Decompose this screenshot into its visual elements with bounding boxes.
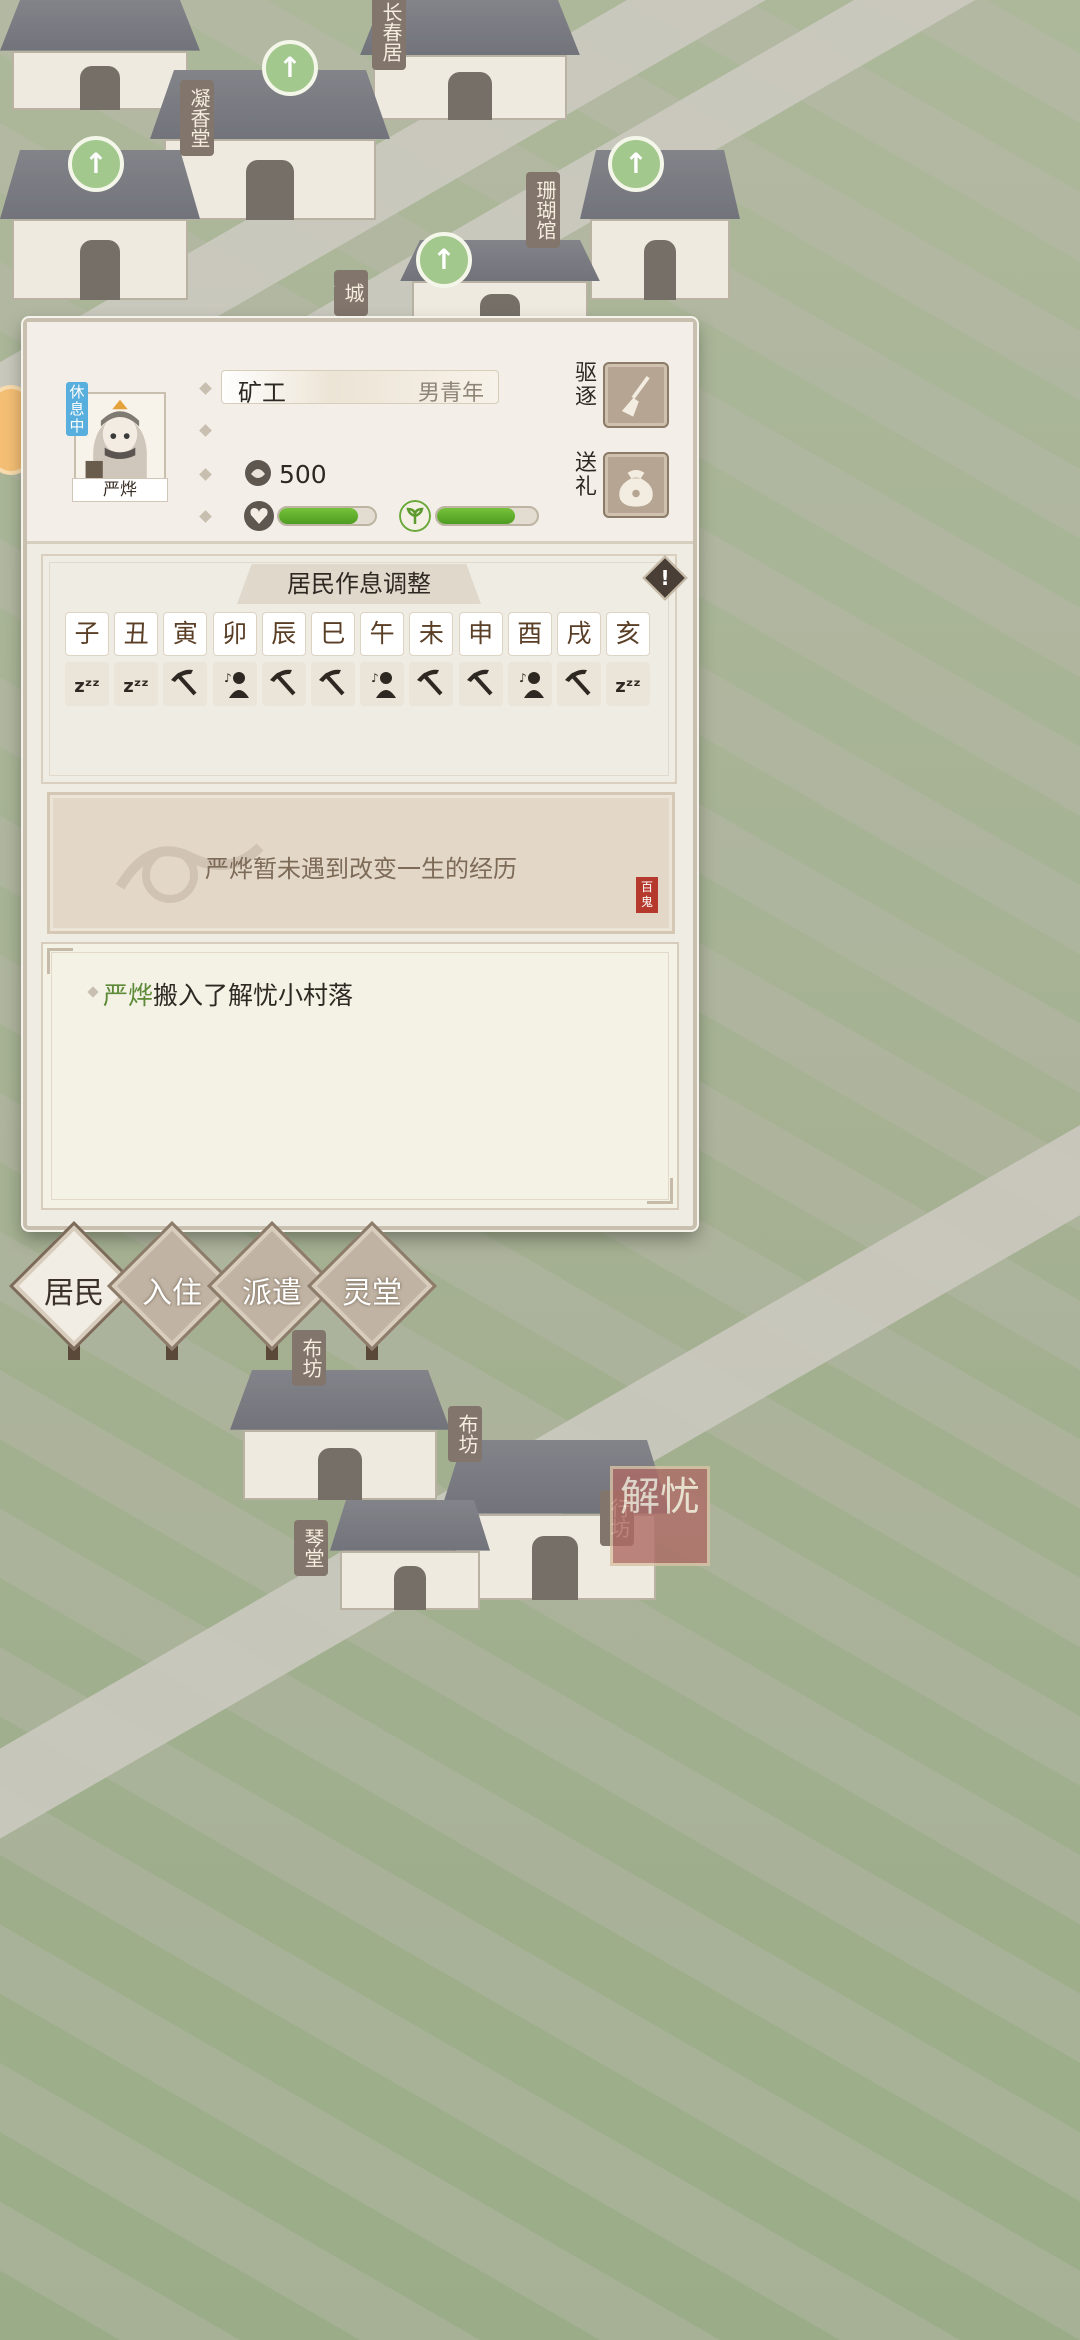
corner-ornament	[647, 1178, 673, 1204]
schedule-activity-work-icon[interactable]	[311, 662, 355, 706]
health-bar	[435, 506, 539, 526]
schedule-hour-cell: 亥	[606, 612, 651, 656]
tab-spirit-hall-label: 灵堂	[342, 1276, 402, 1311]
schedule-hour-cell: 寅	[163, 612, 208, 656]
schedule-activity-leisure-icon[interactable]: ♪	[212, 662, 257, 706]
corner-ornament	[47, 948, 73, 974]
svg-text:zᶻᶻ: zᶻᶻ	[123, 676, 149, 697]
schedule-hour-cell: 辰	[261, 612, 306, 656]
coin-icon	[245, 460, 271, 486]
svg-text:♪: ♪	[371, 671, 379, 685]
schedule-hour-cell: 巳	[311, 612, 355, 656]
svg-text:♪: ♪	[519, 671, 527, 685]
evict-label: 驱逐	[575, 361, 598, 410]
schedule-activity-sleep-icon[interactable]: zᶻᶻ	[65, 662, 109, 706]
schedule-activity-work-icon[interactable]	[458, 662, 503, 706]
rest-status-badge: 休息中	[66, 382, 88, 436]
schedule-activity-work-icon[interactable]	[409, 662, 454, 706]
resident-gender-age: 男青年	[417, 381, 484, 406]
event-log[interactable]: 严烨搬入了解忧小村落	[41, 942, 679, 1210]
schedule-hour-cell: 酉	[507, 612, 552, 656]
log-entry-text: 搬入了解忧小村落	[153, 981, 354, 1010]
schedule-activity-leisure-icon[interactable]: ♪	[360, 662, 405, 706]
schedule-activity-leisure-icon[interactable]: ♪	[507, 662, 552, 706]
leaf-health-icon	[399, 500, 431, 532]
mood-bar-fill	[279, 508, 358, 524]
resident-job: 矿工	[238, 379, 286, 407]
broom-icon	[621, 376, 650, 417]
schedule-activity-sleep-icon[interactable]: zᶻᶻ	[114, 662, 159, 706]
schedule-hour-cell: 申	[458, 612, 503, 656]
gift-bag-icon	[619, 469, 653, 507]
seal-stamp: 百鬼	[636, 877, 658, 913]
gift-button[interactable]	[603, 452, 669, 518]
life-story-text: 严烨暂未遇到改变一生的经历	[205, 855, 517, 883]
log-entry-name: 严烨	[103, 981, 154, 1010]
gift-label: 送礼	[575, 451, 598, 500]
schedule-activity-work-icon[interactable]	[261, 662, 306, 706]
svg-text:zᶻᶻ: zᶻᶻ	[74, 676, 100, 697]
svg-text:♪: ♪	[224, 671, 232, 685]
schedule-activity-work-icon[interactable]	[557, 662, 601, 706]
resident-detail-panel: 休息中 严烨 矿工 男青年 500 驱逐 送礼 居民作息调整 ! 子 丑 寅 卯…	[23, 318, 697, 1230]
mood-bar	[277, 506, 377, 526]
schedule-hour-cell: 卯	[212, 612, 257, 656]
evict-button[interactable]	[603, 362, 669, 428]
schedule-hour-cell: 未	[409, 612, 454, 656]
schedule-activity-work-icon[interactable]	[163, 662, 208, 706]
health-bar-fill	[437, 508, 515, 524]
job-bar: 矿工 男青年	[221, 370, 499, 407]
log-entry: 严烨搬入了解忧小村落	[103, 976, 353, 1012]
svg-text:zᶻᶻ: zᶻᶻ	[615, 676, 641, 697]
life-story-box: 严烨暂未遇到改变一生的经历 百鬼	[47, 792, 675, 934]
schedule-hour-cell: 戌	[557, 612, 601, 656]
schedule-hour-cell: 丑	[114, 612, 159, 656]
warning-icon: !	[660, 566, 670, 590]
schedule-hour-cell: 午	[360, 612, 405, 656]
schedule-hour-cell: 子	[65, 612, 109, 656]
resident-name: 严烨	[72, 478, 168, 502]
miner-avatar-icon	[76, 394, 164, 482]
schedule-activity-sleep-icon[interactable]: zᶻᶻ	[606, 662, 651, 706]
heart-icon	[244, 501, 274, 531]
coin-value: 500	[279, 460, 327, 489]
schedule-title: 居民作息调整	[237, 564, 481, 604]
